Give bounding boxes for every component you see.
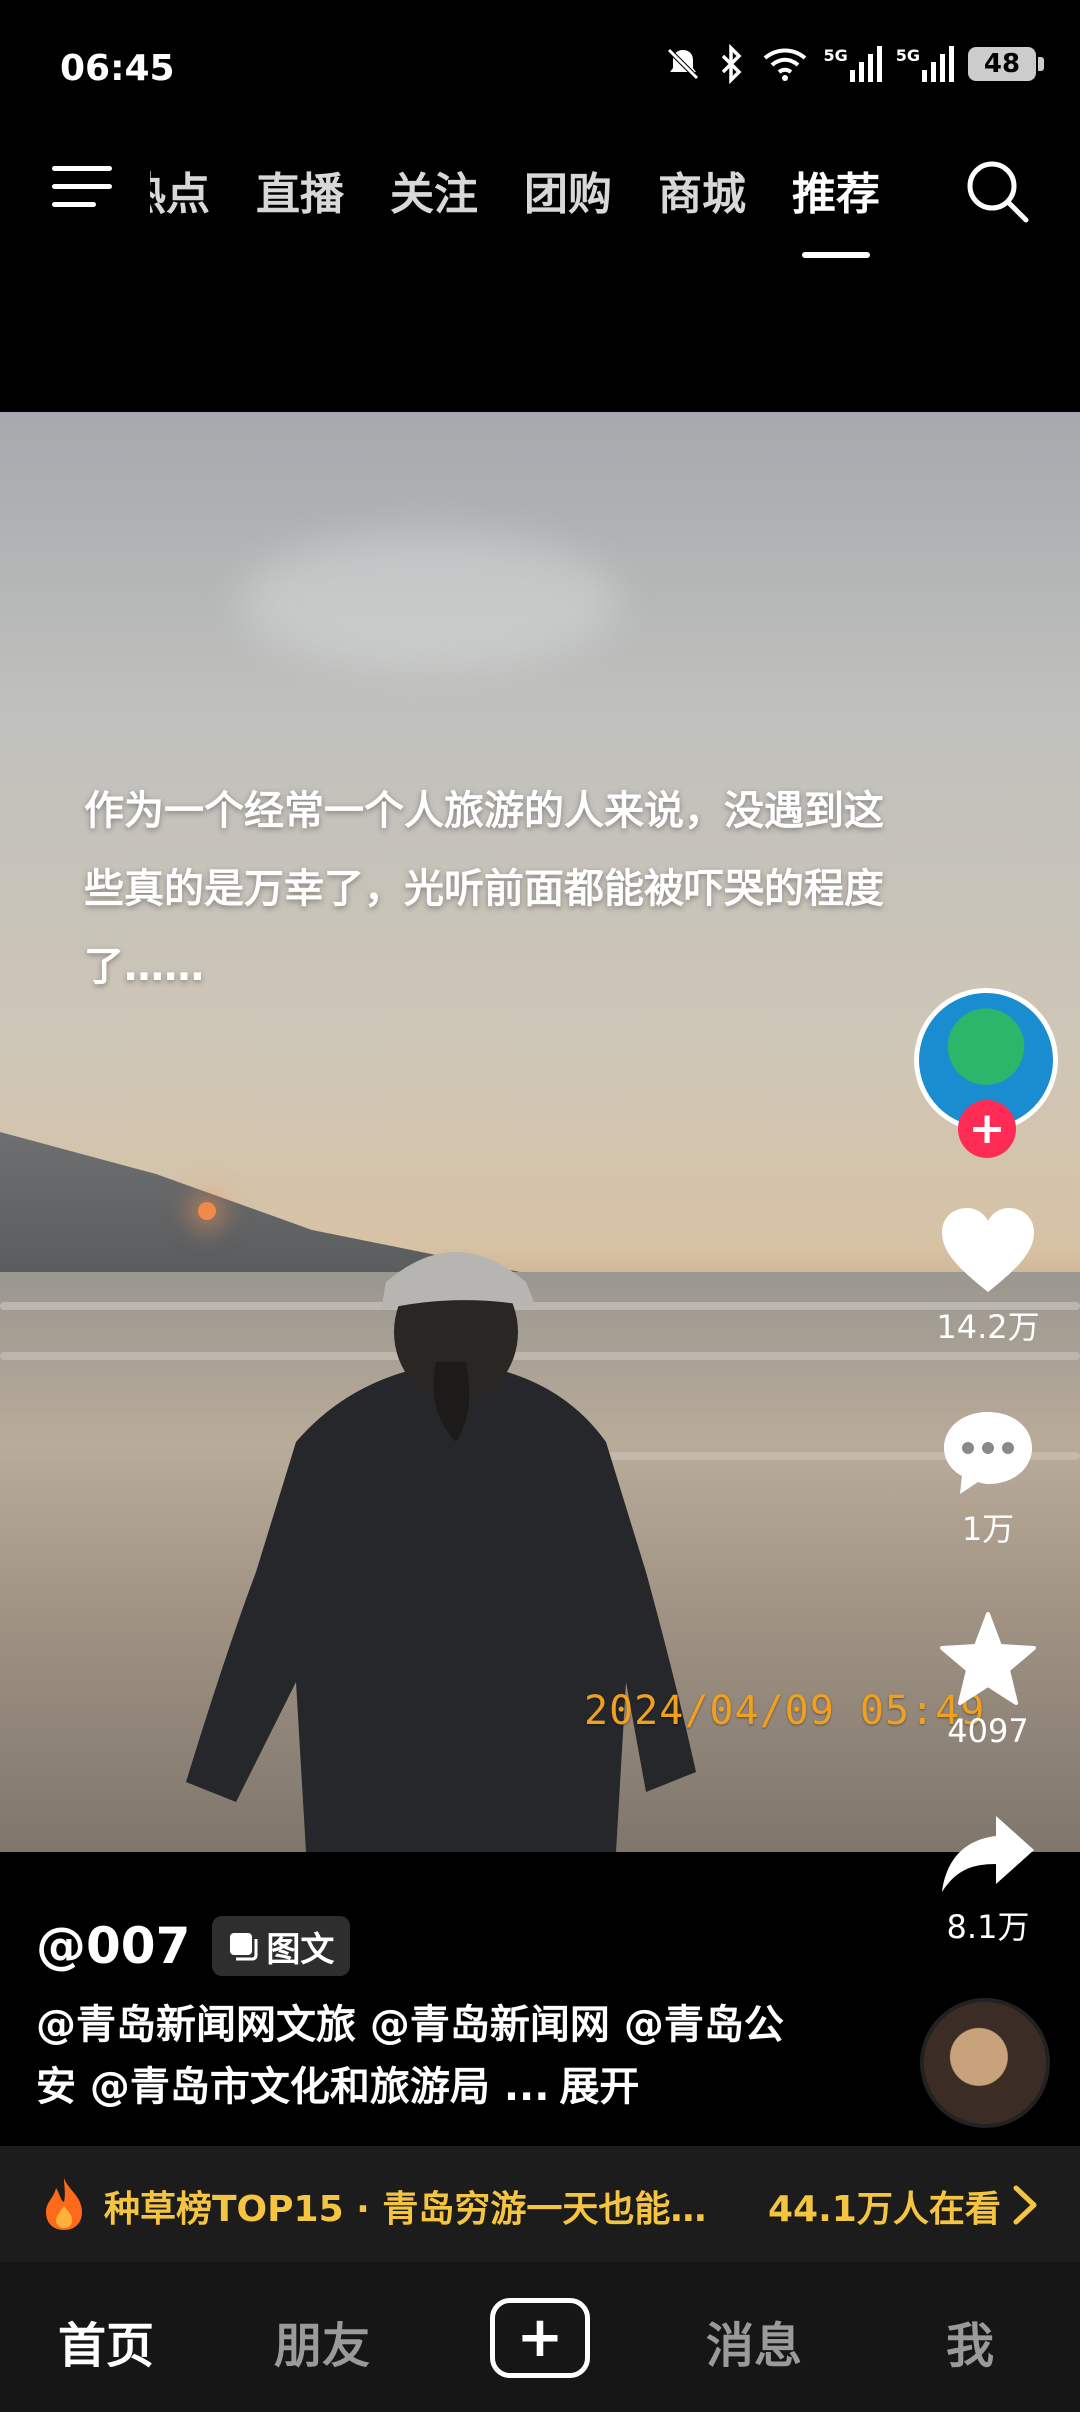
- like-count: 14.2万: [936, 1308, 1040, 1346]
- tab-group-buy[interactable]: 团购: [524, 158, 612, 222]
- author-name[interactable]: @007: [36, 1917, 190, 1975]
- like-action[interactable]: 14.2万: [920, 1206, 1056, 1348]
- battery-indicator: 48: [968, 47, 1044, 81]
- hot-list-title[interactable]: 种草榜TOP15 · 青岛穷游一天也能…: [104, 2180, 706, 2232]
- tab-live[interactable]: 直播: [256, 158, 344, 222]
- post-type-badge: 图文: [212, 1916, 351, 1976]
- comment-icon[interactable]: [940, 1408, 1036, 1498]
- chevron-right-icon[interactable]: [1010, 2184, 1040, 2226]
- top-tabs: 热点 直播 关注 团购 商城 推荐: [150, 158, 880, 258]
- create-post-button[interactable]: +: [490, 2298, 590, 2378]
- author-row: @007 图文: [36, 1916, 351, 1976]
- menu-icon[interactable]: [52, 162, 114, 212]
- hot-list-viewers: 44.1万人在看: [768, 2189, 1001, 2230]
- tab-following[interactable]: 关注: [390, 158, 478, 222]
- search-icon[interactable]: [964, 158, 1030, 224]
- wifi-icon: [764, 48, 807, 81]
- post-type-label: 图文: [266, 1929, 335, 1970]
- status-time: 06:45: [60, 48, 175, 89]
- image-text-icon: [230, 1933, 258, 1961]
- tab-hot[interactable]: 热点: [150, 158, 210, 222]
- bell-off-icon: [667, 48, 700, 80]
- post-media[interactable]: 作为一个经常一个人旅游的人来说，没遇到这些真的是万幸了，光听前面都能被吓哭的程度…: [0, 412, 1080, 1852]
- share-count: 8.1万: [946, 1908, 1030, 1946]
- nav-messages[interactable]: 消息: [706, 2306, 802, 2376]
- share-action[interactable]: 8.1万: [920, 1812, 1056, 1948]
- signal-5g-2: 5G: [896, 46, 954, 82]
- sky-cloud: [240, 532, 620, 672]
- bottom-nav: 首页 朋友 + 消息 我: [0, 2262, 1080, 2412]
- signal-bars-icon: [922, 46, 954, 82]
- author-avatar-group[interactable]: +: [914, 988, 1058, 1158]
- share-icon[interactable]: [938, 1812, 1038, 1896]
- music-disc[interactable]: [920, 1998, 1050, 2128]
- nav-home[interactable]: 首页: [58, 2306, 154, 2376]
- post-description: @青岛新闻网文旅 @青岛新闻网 @青岛公安 @青岛市文化和旅游局 ... 展开: [36, 1994, 796, 2118]
- bluetooth-icon: [722, 44, 742, 84]
- hot-list-bar[interactable]: 种草榜TOP15 · 青岛穷游一天也能… 44.1万人在看: [0, 2146, 1080, 2262]
- heart-icon[interactable]: [938, 1206, 1038, 1296]
- status-icons: 5G 5G 48: [663, 44, 1044, 84]
- signal-bars-icon: [849, 46, 882, 82]
- status-bar: 06:45 5G 5G 48: [0, 0, 1080, 140]
- tab-recommend[interactable]: 推荐: [792, 158, 880, 258]
- tab-mall[interactable]: 商城: [658, 158, 746, 222]
- description-text[interactable]: @青岛新闻网文旅 @青岛新闻网 @青岛公安 @青岛市文化和旅游局 ...: [36, 2002, 784, 2110]
- expand-button[interactable]: 展开: [559, 2064, 639, 2110]
- nav-me[interactable]: 我: [946, 2306, 994, 2376]
- signal-5g-1: 5G: [823, 46, 882, 82]
- person-figure: [186, 1252, 696, 1852]
- favorite-count: 4097: [947, 1712, 1029, 1750]
- comment-count: 1万: [961, 1510, 1015, 1548]
- post-caption: 作为一个经常一个人旅游的人来说，没遇到这些真的是万幸了，光听前面都能被吓哭的程度…: [84, 788, 884, 990]
- star-icon[interactable]: [938, 1610, 1038, 1706]
- follow-button[interactable]: +: [958, 1100, 1016, 1158]
- top-nav: 热点 直播 关注 团购 商城 推荐: [0, 140, 1080, 260]
- nav-friends[interactable]: 朋友: [274, 2306, 370, 2376]
- favorite-action[interactable]: 4097: [920, 1610, 1056, 1750]
- fire-icon: [46, 2178, 82, 2230]
- comment-action[interactable]: 1万: [920, 1408, 1056, 1550]
